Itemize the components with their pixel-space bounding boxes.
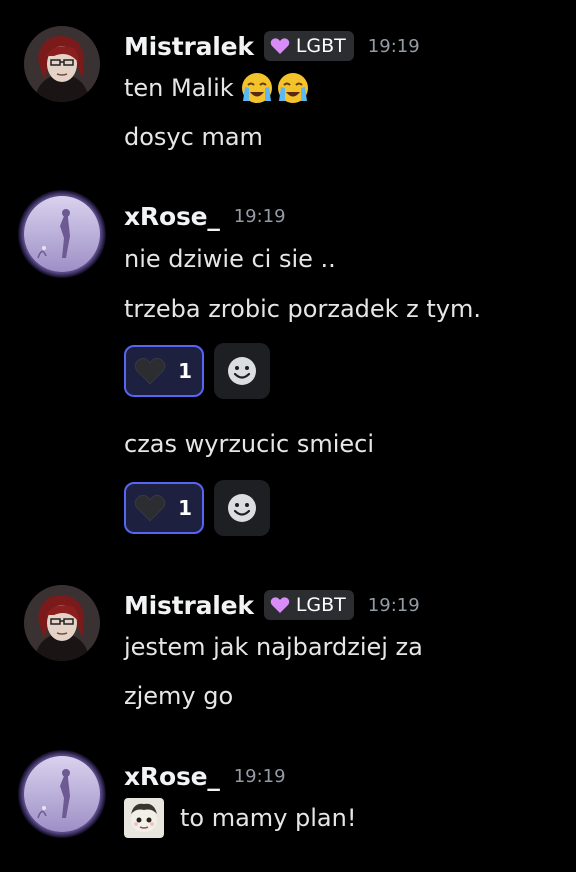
username[interactable]: Mistralek [124,32,254,61]
add-reaction-button[interactable] [214,480,270,536]
custom-emoji[interactable] [124,798,164,838]
purple-heart-icon [270,597,290,613]
black-heart-icon [134,494,166,522]
avatar[interactable] [24,26,100,102]
avatar[interactable] [24,196,100,272]
username[interactable]: xRose_ [124,762,220,791]
username[interactable]: xRose_ [124,202,220,231]
timestamp[interactable]: 19:19 [368,595,420,616]
purple-heart-icon [270,38,290,54]
smiley-face-icon [228,357,256,385]
message-text: czas wyrzucic smieci [124,430,375,458]
add-reaction-button[interactable] [214,343,270,399]
black-heart-icon [134,357,166,385]
message-text: to mamy plan! [124,798,356,838]
message-text: nie dziwie ci sie .. [124,245,336,273]
reaction-count: 1 [178,359,192,383]
message-text: zjemy go [124,682,234,710]
message-text: ten Malik [124,70,310,106]
reaction-count: 1 [178,496,192,520]
guild-tag-label: LGBT [295,594,346,616]
guild-tag-badge[interactable]: LGBT [263,590,354,620]
message-text: dosyc mam [124,123,263,151]
loudly-crying-face-emoji[interactable] [240,71,274,105]
message-content: ten Malik [124,74,234,102]
reactions-bar: 1 [124,343,270,399]
reaction-button[interactable]: 1 [124,482,204,534]
reactions-bar: 1 [124,480,270,536]
reaction-button[interactable]: 1 [124,345,204,397]
smiley-face-icon [228,494,256,522]
username[interactable]: Mistralek [124,591,254,620]
avatar[interactable] [24,585,100,661]
message-content: to mamy plan! [180,804,357,832]
message-text: trzeba zrobic porzadek z tym. [124,295,482,323]
timestamp[interactable]: 19:19 [234,206,286,227]
message-text: jestem jak najbardziej za [124,633,423,661]
loudly-crying-face-emoji[interactable] [276,71,310,105]
guild-tag-label: LGBT [295,35,346,57]
guild-tag-badge[interactable]: LGBT [263,31,354,61]
timestamp[interactable]: 19:19 [368,36,420,57]
timestamp[interactable]: 19:19 [234,766,286,787]
avatar[interactable] [24,756,100,832]
